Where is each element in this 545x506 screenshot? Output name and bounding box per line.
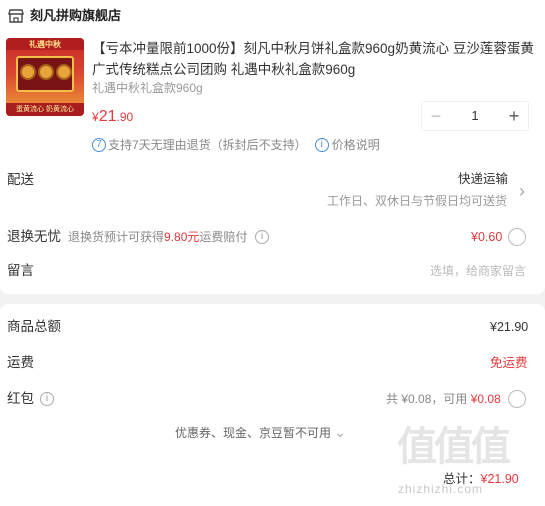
summary-card: 商品总额 ¥21.90 运费 免运费 红包 i 共 ¥0.08，可用 ¥0.08… <box>0 304 545 506</box>
delivery-label: 配送 <box>7 172 34 187</box>
delivery-detail: 工作日、双休日与节假日均可送货 <box>327 194 508 208</box>
product-image[interactable]: 礼遇中秋 蛋黄流心 奶黄流心 <box>6 38 84 116</box>
shipping-label: 运费 <box>7 355 34 370</box>
swap-desc-prefix: 退换货预计可获得 <box>68 230 165 244</box>
grand-total: 总计：¥21.90 <box>443 471 519 487</box>
image-footer-text: 蛋黄流心 奶黄流心 <box>6 103 84 116</box>
coupons-note-text: 优惠券、现金、京豆暂不可用 <box>175 426 332 440</box>
quantity-stepper: − 1 + <box>421 101 529 131</box>
chevron-right-icon[interactable]: › <box>519 181 525 202</box>
grand-total-value: ¥21.90 <box>480 472 519 486</box>
mooncake-graphic <box>56 64 72 80</box>
watermark-logo-text: 值值值 <box>397 425 511 469</box>
swap-label: 退换无忧 <box>7 229 61 244</box>
swap-price: ¥0.60 <box>471 230 503 244</box>
subtotal-label: 商品总额 <box>7 319 61 334</box>
price-integer: 21 <box>98 108 117 125</box>
shop-icon <box>8 9 24 23</box>
return-policy-row: 7 支持7天无理由退货（拆封后不支持） i 价格说明 <box>92 137 380 153</box>
delivery-method[interactable]: 快递运输 <box>458 171 508 187</box>
watermark-logo: 值值值 <box>397 422 537 474</box>
redpacket-summary: 共 ¥0.08，可用 ¥0.08 <box>386 391 501 407</box>
info-icon[interactable]: i <box>40 392 54 406</box>
shipping-value: 免运费 <box>490 356 528 370</box>
seven-day-icon: 7 <box>92 138 106 152</box>
swap-desc-suffix: 运费赔付 <box>199 230 248 244</box>
redpacket-total: 共 ¥0.08，可用 <box>386 392 468 406</box>
price-symbol: ¥ <box>92 110 99 124</box>
message-label: 留言 <box>7 263 34 278</box>
swap-radio[interactable] <box>508 228 526 246</box>
coupons-note[interactable]: 优惠券、现金、京豆暂不可用 ⌄ <box>175 424 346 441</box>
grand-total-label: 总计： <box>443 472 481 486</box>
mooncake-graphic <box>20 64 36 80</box>
increase-button[interactable]: + <box>500 102 528 130</box>
shop-name[interactable]: 刻凡拼购旗舰店 <box>30 8 121 24</box>
redpacket-label: 红包 <box>7 391 34 406</box>
info-icon[interactable]: i <box>255 230 269 244</box>
chevron-down-icon: ⌄ <box>334 424 347 440</box>
price-info-link[interactable]: 价格说明 <box>332 137 380 153</box>
price-decimal: .90 <box>116 110 134 124</box>
return-policy-text[interactable]: 支持7天无理由退货（拆封后不支持） <box>108 137 307 153</box>
product-title[interactable]: 【亏本冲量限前1000份】刻凡中秋月饼礼盒款960g奶黄流心 豆沙莲蓉蛋黄广式传… <box>92 38 534 80</box>
swap-desc-amount: 9.80元 <box>164 230 200 244</box>
quantity-value[interactable]: 1 <box>450 102 500 130</box>
decrease-button[interactable]: − <box>422 102 450 130</box>
subtotal-value: ¥21.90 <box>490 320 529 334</box>
order-card: 刻凡拼购旗舰店 礼遇中秋 蛋黄流心 奶黄流心 【亏本冲量限前1000份】刻凡中秋… <box>0 0 545 294</box>
redpacket-radio[interactable] <box>508 390 526 408</box>
mooncake-graphic <box>38 64 54 80</box>
image-band-text: 礼遇中秋 <box>29 40 61 49</box>
info-icon: i <box>314 138 329 152</box>
product-variant: 礼遇中秋礼盒款960g <box>92 81 203 95</box>
product-price: ¥21.90 <box>92 108 133 126</box>
redpacket-available: ¥0.08 <box>470 392 501 406</box>
message-input[interactable]: 选填，给商家留言 <box>430 263 526 279</box>
swap-description: 退换货预计可获得9.80元运费赔付 <box>68 229 247 245</box>
